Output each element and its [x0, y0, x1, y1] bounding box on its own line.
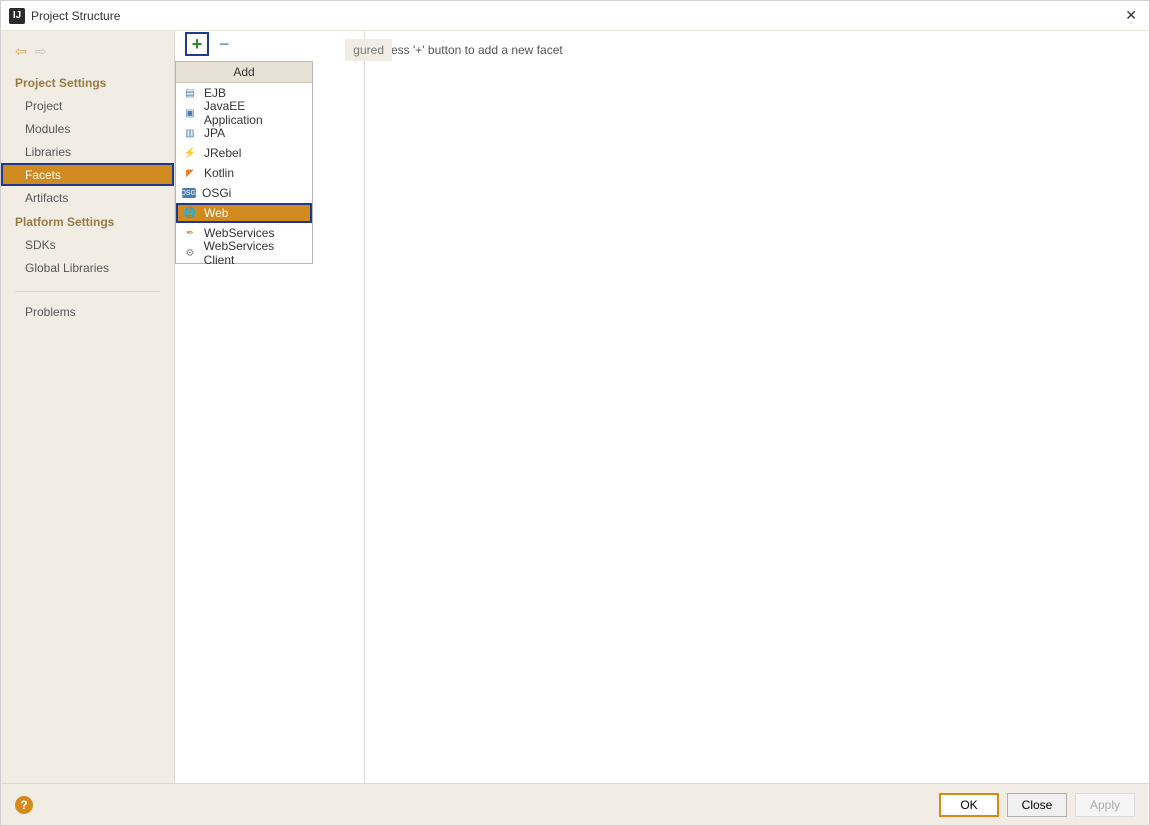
popup-item-label: WebServices [204, 226, 274, 240]
jrebel-icon: ⚡ [182, 145, 198, 161]
mid-panel: + − gured Add ▤ EJB ▣ JavaEE Application… [175, 31, 365, 784]
content: ⇦ ⇨ Project Settings Project Modules Lib… [1, 31, 1149, 784]
popup-item-label: JavaEE Application [204, 99, 306, 127]
popup-item-javaee[interactable]: ▣ JavaEE Application [176, 103, 312, 123]
osgi-icon: OSGi [182, 188, 196, 198]
sidebar-item-artifacts[interactable]: Artifacts [1, 186, 174, 209]
popup-item-label: Kotlin [204, 166, 234, 180]
sidebar-item-libraries[interactable]: Libraries [1, 140, 174, 163]
toolbar: + − [175, 31, 364, 57]
webservices-client-icon: ⚙ [182, 245, 198, 261]
jpa-icon: ▥ [182, 125, 198, 141]
app-icon: IJ [9, 8, 25, 24]
nav-arrows: ⇦ ⇨ [1, 39, 174, 70]
footer-buttons: OK Close Apply [939, 793, 1135, 817]
popup-item-web[interactable]: 🌐 Web [176, 203, 312, 223]
sidebar-divider [15, 291, 160, 292]
sidebar-item-modules[interactable]: Modules [1, 117, 174, 140]
nav-back-icon[interactable]: ⇦ [15, 43, 27, 60]
apply-button: Apply [1075, 793, 1135, 817]
web-icon: 🌐 [182, 205, 198, 221]
section-header-project-settings: Project Settings [1, 70, 174, 94]
close-button[interactable]: Close [1007, 793, 1067, 817]
hint-text: Press '+' button to add a new facet [379, 43, 1135, 57]
sidebar-item-sdks[interactable]: SDKs [1, 233, 174, 256]
close-icon[interactable]: ✕ [1121, 7, 1141, 24]
popup-item-kotlin[interactable]: ◤ Kotlin [176, 163, 312, 183]
sidebar-item-global-libraries[interactable]: Global Libraries [1, 256, 174, 279]
remove-button[interactable]: − [215, 34, 234, 55]
titlebar: IJ Project Structure ✕ [1, 1, 1149, 31]
window-title: Project Structure [31, 9, 1121, 23]
popup-item-label: Web [204, 206, 228, 220]
popup-item-label: JRebel [204, 146, 241, 160]
help-icon[interactable]: ? [15, 796, 33, 814]
popup-item-webservices-client[interactable]: ⚙ WebServices Client [176, 243, 312, 263]
popup-item-label: OSGi [202, 186, 231, 200]
popup-item-jrebel[interactable]: ⚡ JRebel [176, 143, 312, 163]
popup-item-label: JPA [204, 126, 225, 140]
nav-forward-icon[interactable]: ⇨ [35, 43, 47, 60]
add-button[interactable]: + [185, 32, 209, 56]
kotlin-icon: ◤ [182, 165, 198, 181]
webservices-icon: ✒ [182, 225, 198, 241]
sidebar-item-facets[interactable]: Facets [1, 163, 174, 186]
popup-header: Add [176, 62, 312, 83]
footer: ? OK Close Apply [1, 783, 1149, 825]
javaee-icon: ▣ [182, 105, 198, 121]
ejb-icon: ▤ [182, 85, 198, 101]
sidebar-item-problems[interactable]: Problems [1, 300, 174, 323]
sidebar-item-project[interactable]: Project [1, 94, 174, 117]
popup-item-label: WebServices Client [204, 239, 306, 267]
section-header-platform-settings: Platform Settings [1, 209, 174, 233]
right-panel: Press '+' button to add a new facet [365, 31, 1149, 784]
ok-button[interactable]: OK [939, 793, 999, 817]
add-facet-popup: Add ▤ EJB ▣ JavaEE Application ▥ JPA ⚡ J… [175, 61, 313, 264]
popup-item-osgi[interactable]: OSGi OSGi [176, 183, 312, 203]
placeholder-fragment: gured [345, 39, 392, 61]
popup-item-label: EJB [204, 86, 226, 100]
sidebar: ⇦ ⇨ Project Settings Project Modules Lib… [1, 31, 175, 784]
